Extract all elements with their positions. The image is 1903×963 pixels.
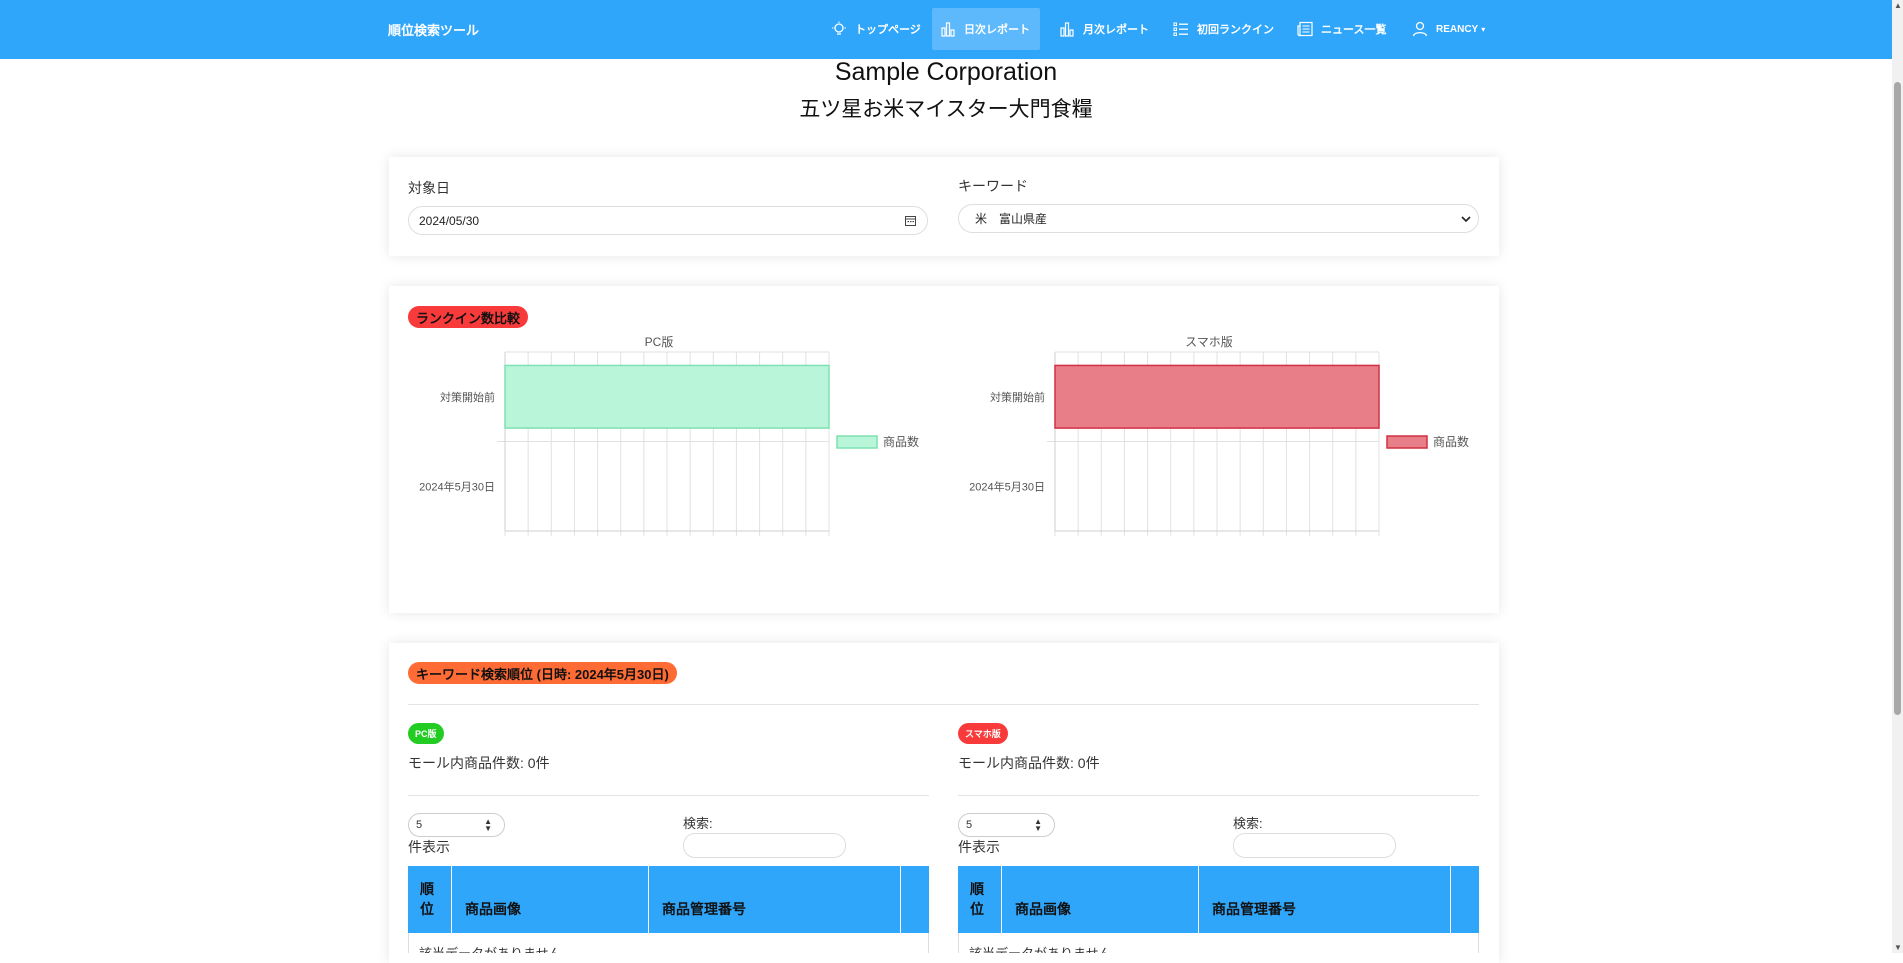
- scroll-up-icon[interactable]: ▲: [1894, 1, 1902, 10]
- th-image[interactable]: 商品画像: [1002, 866, 1199, 933]
- sp-count-text: モール内商品件数: 0件: [958, 755, 1100, 771]
- date-value: 2024/05/30: [419, 213, 480, 228]
- sp-chart: スマホ版03691215182124273033363942対策開始前2024年…: [969, 336, 1469, 536]
- pc-length-value: 5: [416, 819, 423, 831]
- th-rank[interactable]: 順位: [408, 866, 452, 933]
- sp-length-label: 件表示: [958, 839, 1000, 855]
- calendar-icon[interactable]: [905, 215, 916, 226]
- scrollbar-thumb[interactable]: [1894, 82, 1901, 715]
- filter-card: 対象日 2024/05/30 キーワード 米 富山県産: [389, 157, 1499, 256]
- bar: [504, 364, 830, 429]
- ranking-badge: キーワード検索順位 (日時: 2024年5月30日): [408, 662, 677, 684]
- y-tick-label: 2024年5月30日: [419, 479, 495, 493]
- chart-title: スマホ版: [1185, 336, 1233, 349]
- legend-label: 商品数: [883, 434, 919, 449]
- nav-news-list-label: ニュース一覧: [1321, 24, 1387, 36]
- ranking-card: キーワード検索順位 (日時: 2024年5月30日) PC版 モール内商品件数:…: [389, 643, 1499, 963]
- divider: [408, 795, 929, 796]
- nav-monthly-report-label: 月次レポート: [1083, 24, 1149, 36]
- list-icon: [1173, 22, 1188, 36]
- pc-chart: PC版03691215182124273033363942対策開始前2024年5…: [419, 336, 919, 536]
- user-icon: [1412, 21, 1428, 37]
- sp-length-select[interactable]: 5 ▲ ▼: [958, 813, 1055, 837]
- y-tick-label: 2024年5月30日: [969, 479, 1045, 493]
- nav-top-page-label: トップページ: [855, 24, 921, 36]
- th-extra[interactable]: [1451, 866, 1479, 933]
- y-tick-label: 対策開始前: [990, 390, 1045, 404]
- rankin-badge: ランクイン数比較: [408, 306, 529, 328]
- page-scrollbar[interactable]: ▲ ▼: [1892, 0, 1903, 953]
- th-product-id[interactable]: 商品管理番号: [649, 866, 901, 933]
- date-label: 対象日: [408, 180, 450, 196]
- th-image[interactable]: 商品画像: [452, 866, 649, 933]
- legend-label: 商品数: [1433, 434, 1469, 449]
- top-navbar: 順位検索ツール トップページ 日次レポート 月次レポート 初回ランクイン ニュー…: [0, 0, 1892, 59]
- pc-empty-row: 該当データがありません: [408, 933, 929, 953]
- company-name: Sample Corporation: [834, 58, 1058, 86]
- y-tick-label: 対策開始前: [440, 390, 495, 404]
- th-product-id[interactable]: 商品管理番号: [1199, 866, 1451, 933]
- nav-first-rankin-label: 初回ランクイン: [1197, 24, 1274, 36]
- bar-chart-icon: [941, 22, 955, 37]
- sp-length-value: 5: [966, 819, 973, 831]
- sp-badge: スマホ版: [958, 723, 1008, 744]
- sp-search-input[interactable]: [1233, 833, 1396, 858]
- th-extra[interactable]: [901, 866, 929, 933]
- pc-badge: PC版: [408, 723, 444, 744]
- nav-daily-report-label: 日次レポート: [964, 24, 1030, 36]
- nav-first-rankin[interactable]: 初回ランクイン: [1165, 8, 1282, 50]
- keyword-value: 米 富山県産: [975, 212, 1048, 226]
- sp-empty-row: 該当データがありません: [958, 933, 1479, 953]
- nav-news-list[interactable]: ニュース一覧: [1289, 8, 1394, 50]
- divider: [958, 795, 1479, 796]
- nav-top-page[interactable]: トップページ: [823, 8, 929, 50]
- keyword-select[interactable]: 米 富山県産: [958, 204, 1479, 233]
- pc-search-label: 検索:: [683, 816, 713, 831]
- newspaper-icon: [1297, 21, 1313, 37]
- chevron-down-icon: [1461, 216, 1471, 223]
- legend-swatch: [836, 435, 878, 449]
- pc-length-label: 件表示: [408, 839, 450, 855]
- nav-user-label: REANCY: [1436, 23, 1479, 35]
- rankin-card: ランクイン数比較 PC版03691215182124273033363942対策…: [389, 286, 1499, 613]
- pc-count-text: モール内商品件数: 0件: [408, 755, 550, 771]
- lightbulb-icon: [832, 21, 846, 35]
- bar: [1054, 364, 1380, 429]
- chart-title: PC版: [645, 336, 674, 349]
- divider: [408, 704, 1479, 705]
- pc-search-input[interactable]: [683, 833, 846, 858]
- scroll-down-icon[interactable]: ▼: [1894, 943, 1902, 952]
- pc-table-header: 順位 商品画像 商品管理番号: [408, 866, 929, 933]
- legend-swatch: [1386, 435, 1428, 449]
- sp-search-label: 検索:: [1233, 816, 1263, 831]
- sort-arrows-icon: ▲ ▼: [1034, 817, 1042, 833]
- sort-arrows-icon: ▲ ▼: [484, 817, 492, 833]
- nav-daily-report[interactable]: 日次レポート: [932, 8, 1040, 50]
- keyword-label: キーワード: [958, 178, 1028, 194]
- nav-monthly-report[interactable]: 月次レポート: [1051, 8, 1157, 50]
- pc-length-select[interactable]: 5 ▲ ▼: [408, 813, 505, 837]
- nav-user-menu[interactable]: REANCY ▾: [1404, 8, 1493, 50]
- shop-name: 五ツ星お米マイスター大門食糧: [799, 98, 1093, 121]
- sp-table-header: 順位 商品画像 商品管理番号: [958, 866, 1479, 933]
- brand-logo[interactable]: 順位検索ツール: [388, 20, 479, 39]
- date-input[interactable]: 2024/05/30: [408, 206, 928, 235]
- th-rank[interactable]: 順位: [958, 866, 1002, 933]
- bar-chart-icon: [1060, 22, 1074, 37]
- caret-down-icon: ▾: [1481, 24, 1486, 34]
